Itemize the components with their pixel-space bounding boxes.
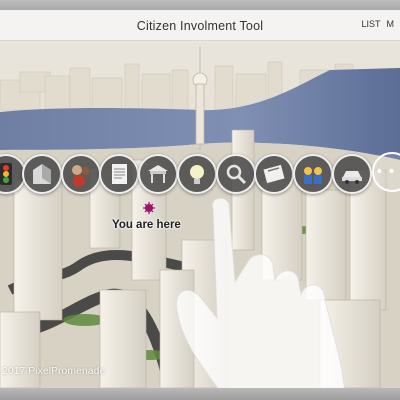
car-icon (342, 171, 362, 184)
market-stall-icon (148, 165, 168, 183)
device-screen: Citizen Involment Tool LIST M • • You ar… (0, 0, 400, 400)
document-icon (112, 164, 127, 184)
tool-button-search[interactable] (216, 154, 256, 194)
building-icon (33, 164, 51, 184)
tool-button-group[interactable] (293, 154, 333, 194)
location-marker-icon (143, 202, 155, 214)
header-links: LIST M (361, 19, 400, 29)
you-are-here-label: You are here (112, 219, 181, 231)
more-icon: • • • (376, 163, 400, 180)
traffic-light-icon (0, 163, 12, 185)
people-icon (72, 165, 90, 187)
map-link[interactable]: M (387, 19, 395, 29)
tool-button-people[interactable] (61, 154, 101, 194)
copyright-text: 2017 PixelPromenade (2, 365, 106, 377)
newspaper-icon (263, 164, 285, 184)
app-header: Citizen Involment Tool LIST M (0, 10, 400, 41)
group-icon (304, 167, 322, 184)
app-title: Citizen Involment Tool (136, 19, 264, 33)
tool-carousel (0, 150, 400, 194)
search-icon (226, 164, 247, 185)
tool-button-news[interactable] (254, 154, 294, 194)
tool-button-idea[interactable] (177, 154, 217, 194)
tool-button-document[interactable] (99, 154, 139, 194)
tool-button-building[interactable] (22, 154, 62, 194)
device-bezel-bottom (0, 388, 400, 400)
pointing-hand-icon (175, 197, 346, 400)
tool-button-car[interactable] (332, 154, 372, 194)
lightbulb-icon (190, 165, 204, 184)
device-bezel-top (0, 0, 400, 10)
tool-button-market[interactable] (138, 154, 178, 194)
list-link[interactable]: LIST (361, 19, 380, 29)
